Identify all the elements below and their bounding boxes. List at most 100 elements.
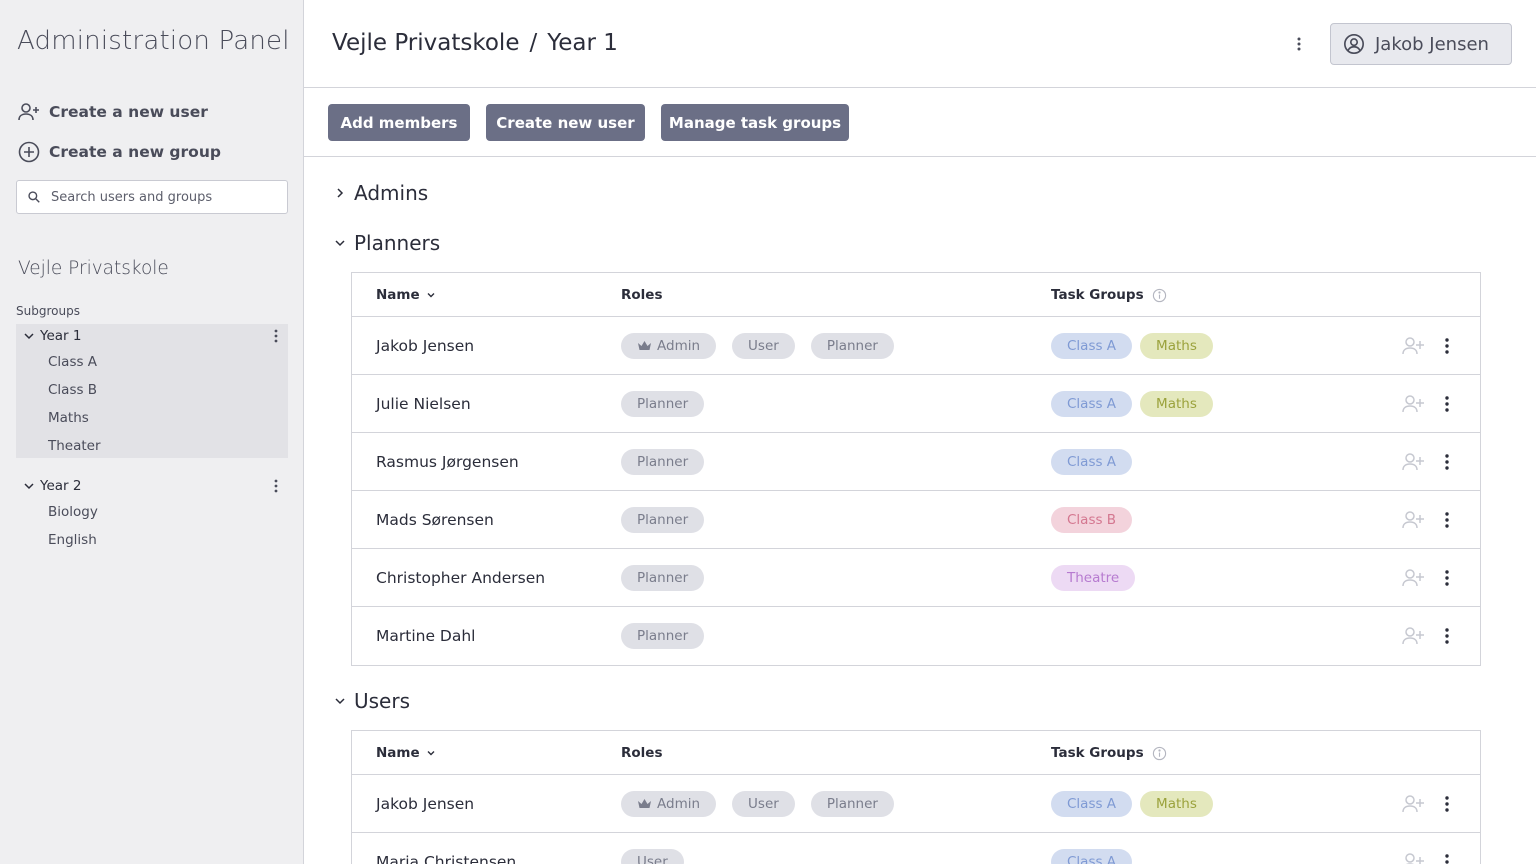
task-group-pill-maths[interactable]: Maths [1140, 333, 1213, 359]
table-row: Christopher Andersen Planner Theatre [352, 549, 1480, 607]
plus-circle-icon [18, 141, 40, 163]
add-user-icon[interactable] [1401, 793, 1425, 815]
task-group-pill-class-a[interactable]: Class A [1051, 391, 1133, 417]
member-name: Maria Christensen [376, 853, 517, 864]
create-new-user-button[interactable]: Create new user [486, 104, 645, 141]
crown-icon [638, 341, 651, 350]
kebab-menu-icon[interactable] [272, 478, 280, 494]
info-icon[interactable] [1152, 746, 1167, 761]
section-planners-toggle[interactable]: Planners [334, 231, 440, 255]
role-pill-planner: Planner [621, 449, 705, 475]
section-users-label: Users [354, 689, 411, 713]
kebab-menu-icon[interactable] [1443, 569, 1451, 587]
create-group-link[interactable]: Create a new group [17, 140, 221, 164]
member-name: Jakob Jensen [376, 337, 475, 355]
breadcrumb: Vejle Privatskole / Year 1 [332, 30, 618, 56]
row-actions [1401, 451, 1451, 473]
manage-task-groups-button[interactable]: Manage task groups [661, 104, 849, 141]
add-user-icon[interactable] [1401, 451, 1425, 473]
tree-item-maths[interactable]: Maths [16, 404, 288, 432]
toolbar: Add members Create new user Manage task … [304, 88, 1536, 157]
search-box [16, 180, 288, 214]
name-column-header[interactable]: Name [376, 287, 436, 303]
sort-chevron-icon [427, 751, 435, 756]
task-group-pill-maths[interactable]: Maths [1140, 391, 1213, 417]
create-user-link[interactable]: Create a new user [17, 100, 208, 124]
name-column-header[interactable]: Name [376, 745, 436, 761]
kebab-menu-icon[interactable] [1443, 627, 1451, 645]
kebab-menu-icon[interactable] [1443, 853, 1451, 864]
planners-table: Name Roles Task Groups Jakob Jensen Admin… [351, 272, 1481, 666]
add-user-icon[interactable] [1401, 625, 1425, 647]
role-pill-planner: Planner [621, 507, 705, 533]
kebab-menu-icon[interactable] [272, 328, 280, 344]
kebab-menu-icon[interactable] [1443, 511, 1451, 529]
task-groups-cell: Theatre [1051, 565, 1136, 591]
user-menu-button[interactable]: Jakob Jensen [1330, 23, 1512, 65]
breadcrumb-current: Year 1 [547, 30, 618, 56]
role-label: Admin [657, 338, 701, 354]
member-name: Julie Nielsen [376, 395, 471, 413]
chevron-down-icon [24, 333, 34, 340]
member-name: Mads Sørensen [376, 511, 494, 529]
role-label: Planner [637, 454, 689, 470]
row-actions [1401, 625, 1451, 647]
task-group-pill-maths[interactable]: Maths [1140, 791, 1213, 817]
add-user-icon[interactable] [1401, 393, 1425, 415]
roles-cell: Admin User Planner [621, 791, 894, 817]
breadcrumb-separator: / [529, 30, 538, 56]
tree-item-class-a[interactable]: Class A [16, 348, 288, 376]
add-user-icon[interactable] [1401, 851, 1425, 864]
task-group-pill-class-a[interactable]: Class A [1051, 449, 1133, 475]
role-pill-planner: Planner [810, 791, 894, 817]
kebab-menu-icon[interactable] [1443, 337, 1451, 355]
task-groups-column-label: Task Groups [1051, 745, 1144, 761]
tree-group-header[interactable]: Year 1 [16, 324, 288, 348]
row-actions [1401, 567, 1451, 589]
task-group-pill-theatre[interactable]: Theatre [1051, 565, 1136, 591]
task-group-pill-class-b[interactable]: Class B [1051, 507, 1133, 533]
task-group-pill-class-a[interactable]: Class A [1051, 333, 1133, 359]
top-bar: Vejle Privatskole / Year 1 Jakob Jensen [304, 0, 1536, 88]
kebab-menu-icon[interactable] [1443, 453, 1451, 471]
tree-item-english[interactable]: English [16, 526, 288, 554]
section-admins-toggle[interactable]: Admins [334, 181, 428, 205]
org-name: Vejle Privatskole [18, 258, 169, 279]
create-group-label: Create a new group [49, 143, 221, 161]
kebab-menu-icon[interactable] [1294, 34, 1304, 54]
tree-item-biology[interactable]: Biology [16, 498, 288, 526]
tree-item-theater[interactable]: Theater [16, 432, 288, 460]
tree-group-year-2: Year 2 Biology English [16, 474, 288, 554]
chevron-down-icon [24, 483, 34, 490]
tree-item-class-b[interactable]: Class B [16, 376, 288, 404]
task-groups-cell: Class A [1051, 449, 1133, 475]
kebab-menu-icon[interactable] [1443, 795, 1451, 813]
table-header: Name Roles Task Groups [352, 731, 1480, 775]
add-user-icon[interactable] [1401, 509, 1425, 531]
sort-chevron-icon [427, 293, 435, 298]
tree-group-label: Year 2 [40, 478, 82, 494]
search-icon [28, 191, 40, 203]
add-members-button[interactable]: Add members [328, 104, 470, 141]
breadcrumb-org[interactable]: Vejle Privatskole [332, 30, 519, 56]
add-user-icon[interactable] [1401, 335, 1425, 357]
name-column-label: Name [376, 745, 420, 761]
table-row: Jakob Jensen Admin User Planner Class A Maths [352, 317, 1480, 375]
add-user-icon[interactable] [1401, 567, 1425, 589]
roles-cell: Planner [621, 449, 705, 475]
task-group-pill-class-a[interactable]: Class A [1051, 791, 1133, 817]
kebab-menu-icon[interactable] [1443, 395, 1451, 413]
task-groups-cell: Class A [1051, 849, 1133, 864]
tree-group-label: Year 1 [40, 328, 82, 344]
table-row: Mads Sørensen Planner Class B [352, 491, 1480, 549]
role-label: User [748, 796, 779, 812]
info-icon[interactable] [1152, 288, 1167, 303]
task-group-pill-class-a[interactable]: Class A [1051, 849, 1133, 864]
section-users-toggle[interactable]: Users [334, 689, 410, 713]
user-name: Jakob Jensen [1375, 33, 1489, 55]
tree-group-header[interactable]: Year 2 [16, 474, 288, 498]
search-input[interactable] [51, 189, 271, 205]
user-circle-icon [1344, 34, 1364, 54]
row-actions [1401, 509, 1451, 531]
crown-icon [638, 799, 651, 808]
